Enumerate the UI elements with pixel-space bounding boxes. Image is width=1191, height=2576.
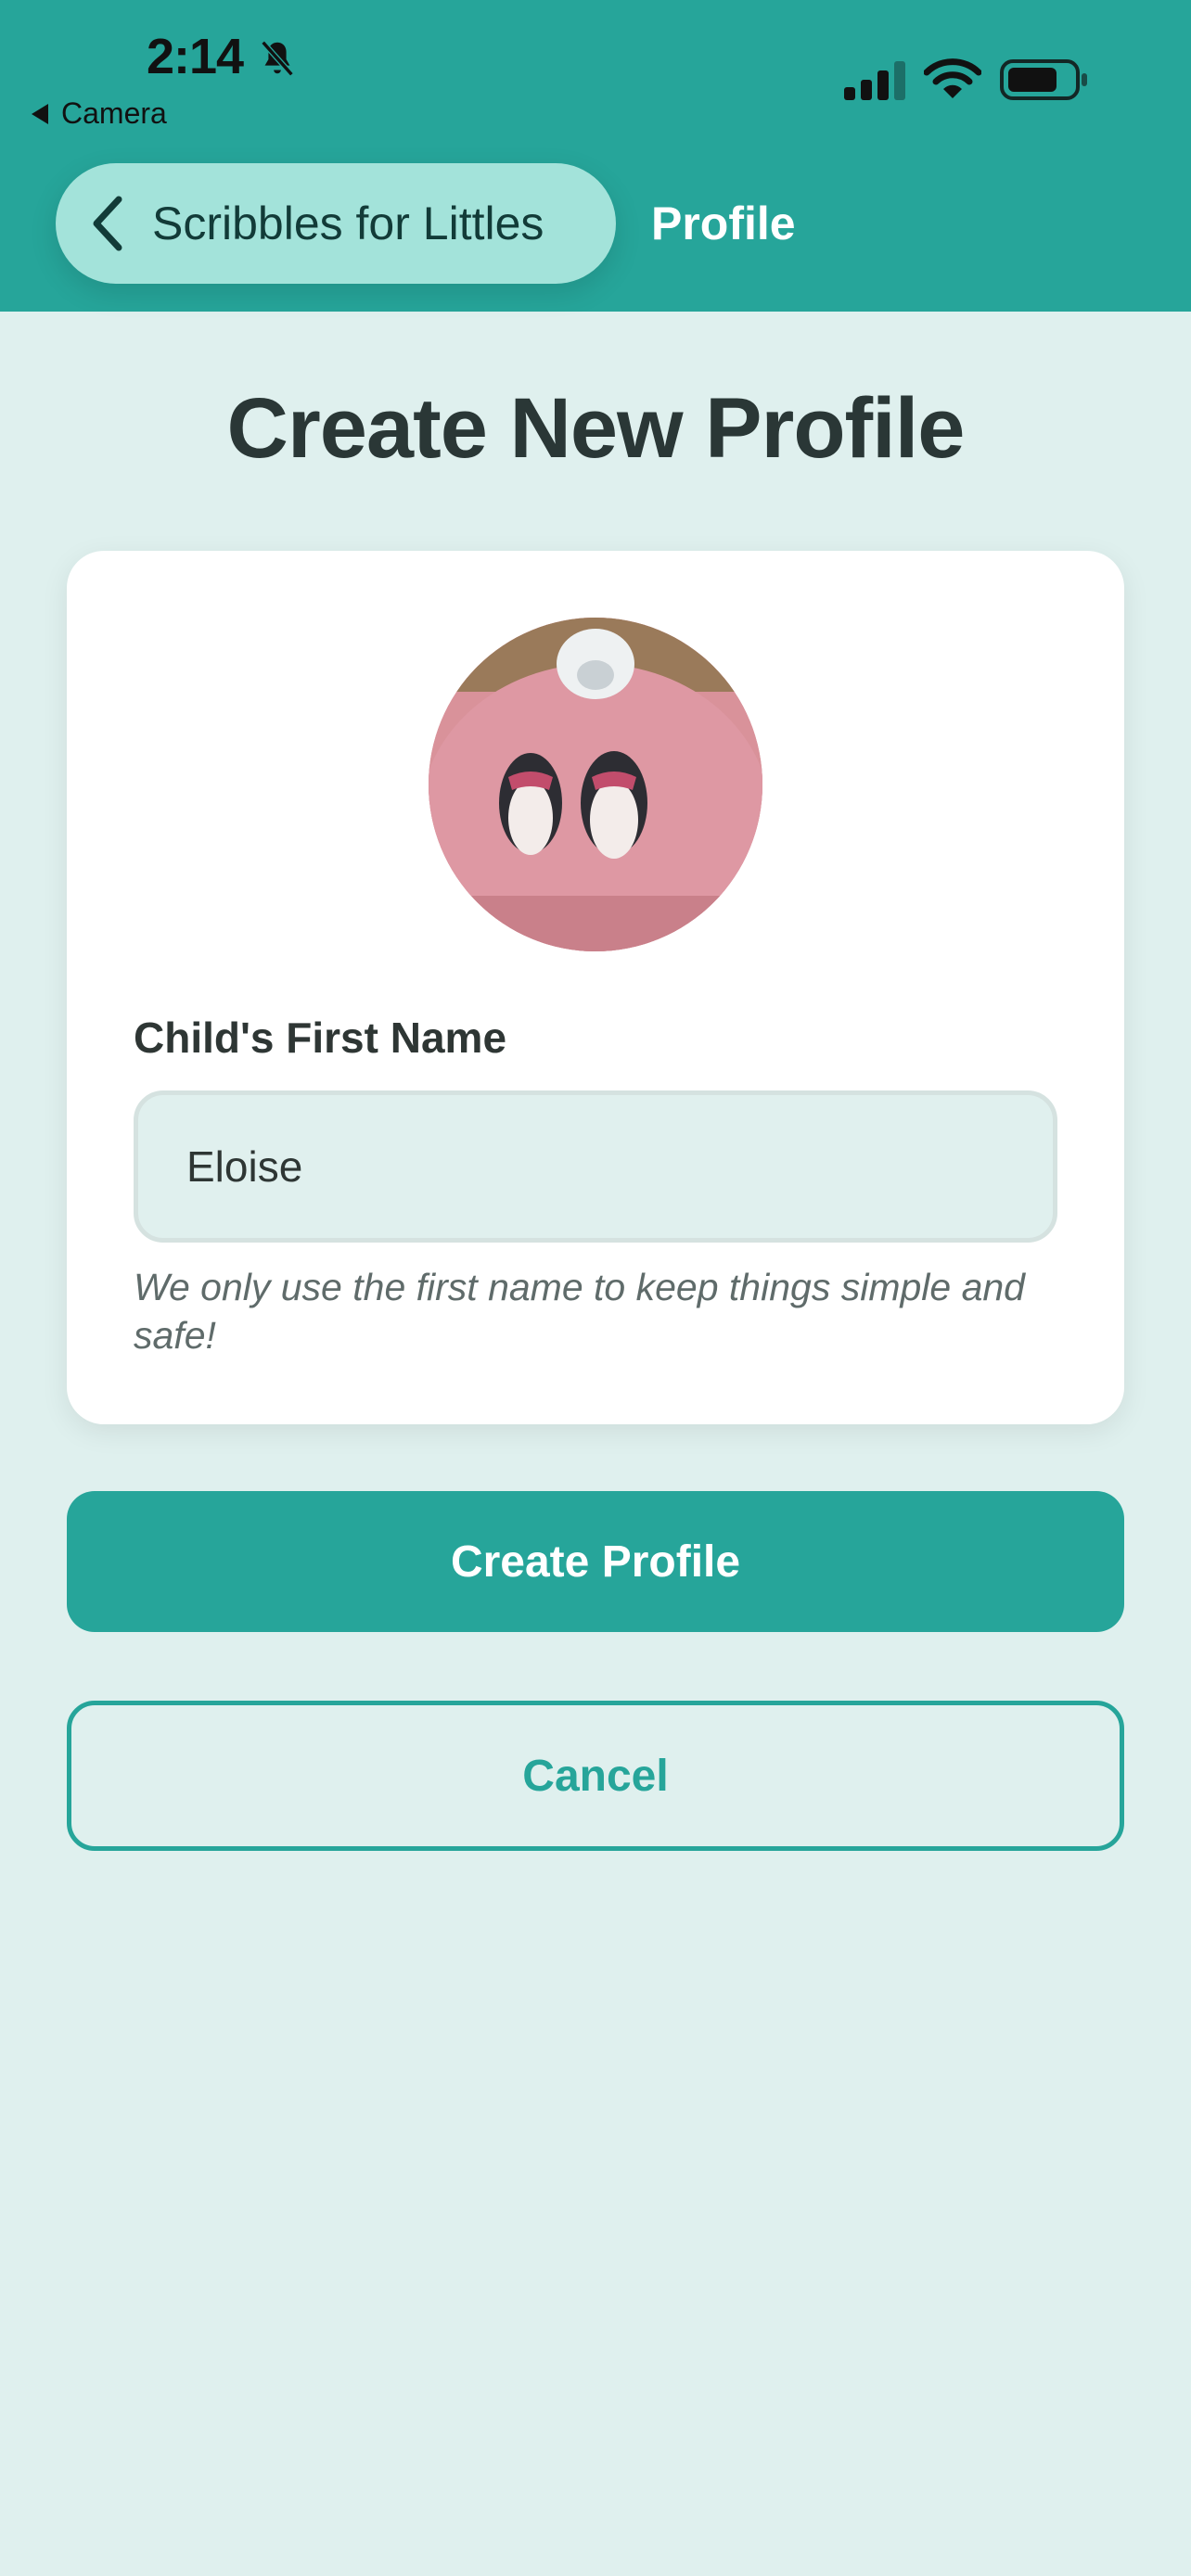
- create-profile-button[interactable]: Create Profile: [67, 1491, 1124, 1632]
- profile-photo-image: [429, 618, 762, 951]
- cancel-button[interactable]: Cancel: [67, 1701, 1124, 1851]
- back-button[interactable]: Scribbles for Littles: [56, 163, 616, 284]
- bell-slash-icon: [261, 40, 294, 77]
- chevron-left-icon: [93, 196, 122, 251]
- profile-photo[interactable]: [429, 618, 762, 951]
- profile-form-card: Child's First Name We only use the first…: [67, 551, 1124, 1424]
- nav-title: Profile: [651, 198, 796, 249]
- navigation-header: 2:14 Camera Scribbles for Littles Profil…: [0, 0, 1191, 312]
- battery-icon: [1000, 59, 1087, 100]
- cellular-signal-icon: [844, 61, 905, 100]
- name-field-label: Child's First Name: [134, 1014, 507, 1062]
- back-button-label: Scribbles for Littles: [152, 198, 544, 249]
- return-to-camera-link[interactable]: Camera: [32, 96, 167, 131]
- wifi-icon: [924, 58, 981, 98]
- first-name-input[interactable]: [134, 1090, 1057, 1243]
- back-triangle-icon: [32, 103, 48, 124]
- page-title: Create New Profile: [226, 381, 966, 476]
- name-helper-text: We only use the first name to keep thing…: [134, 1266, 1025, 1357]
- return-app-label: Camera: [61, 96, 167, 130]
- status-time: 2:14: [147, 29, 244, 84]
